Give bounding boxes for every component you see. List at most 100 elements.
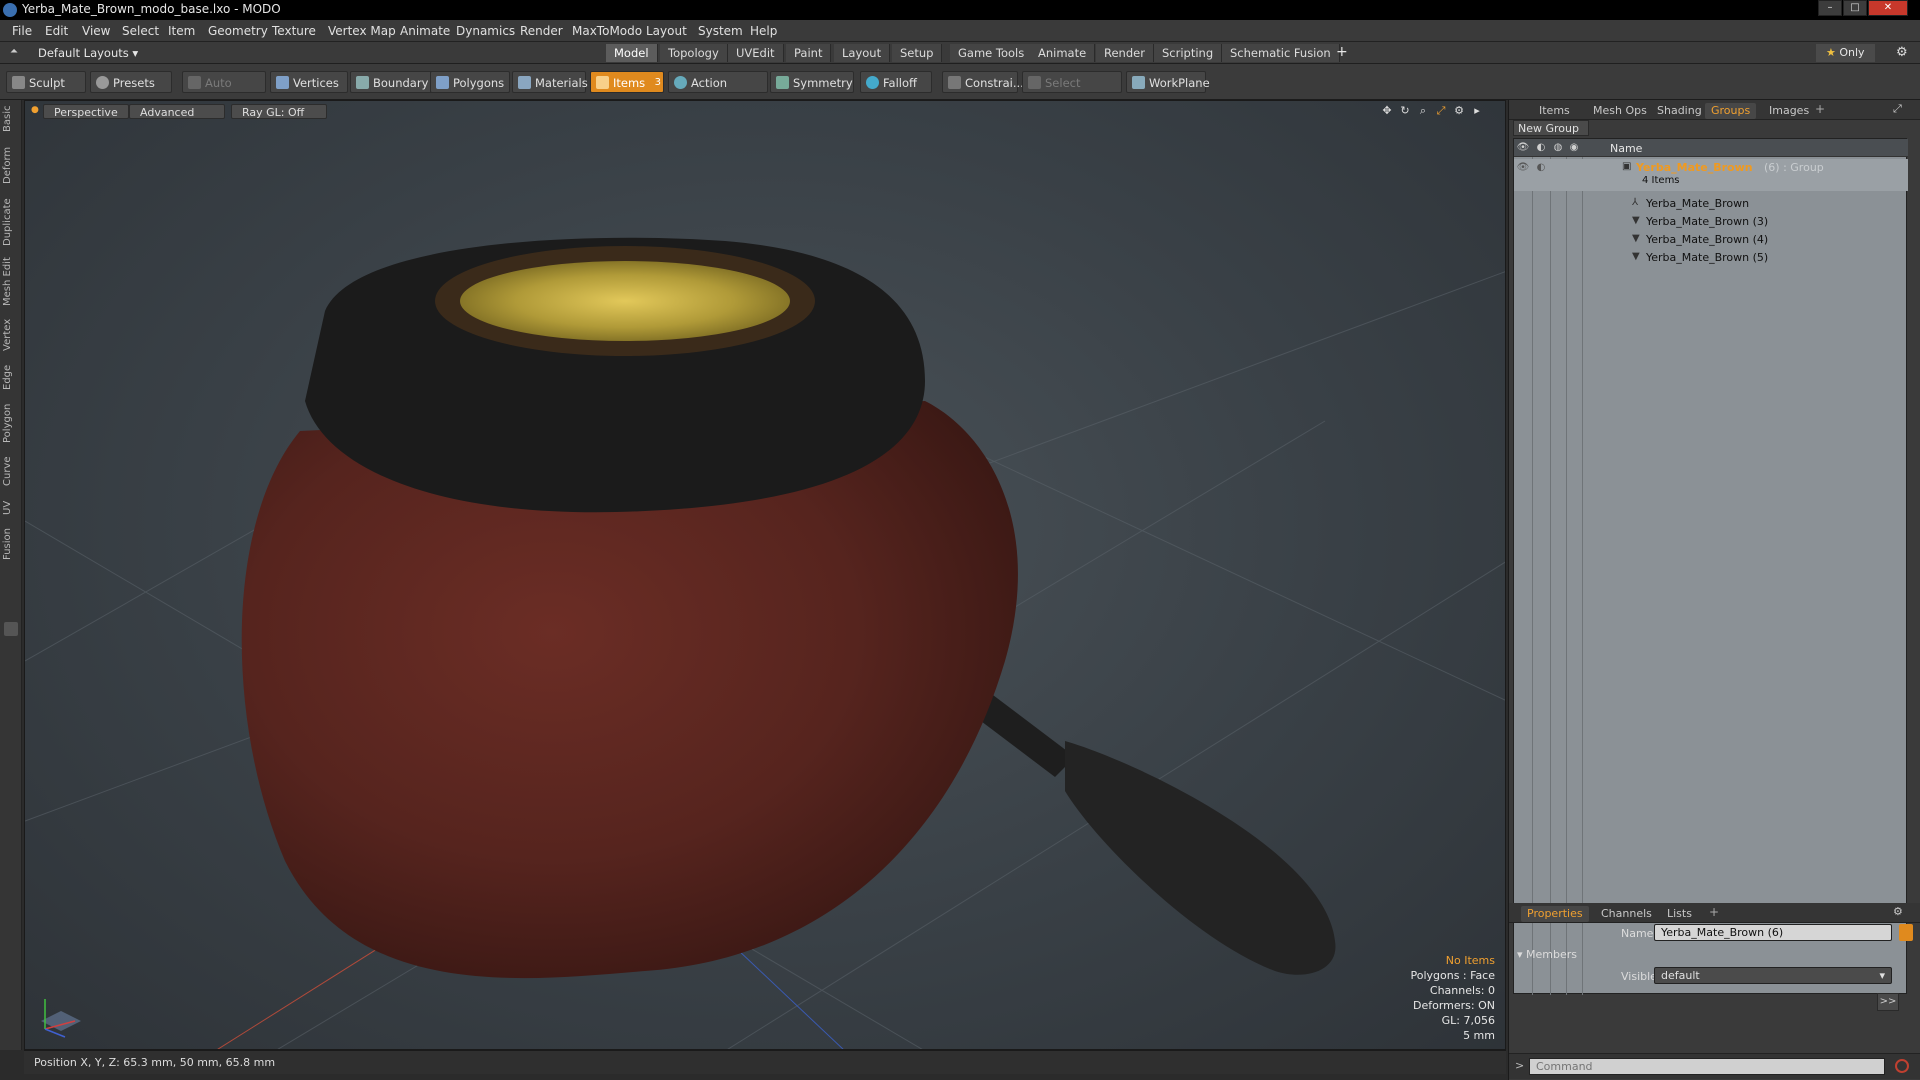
vtab-basic[interactable]: Basic bbox=[2, 104, 20, 134]
more-button[interactable]: >> bbox=[1877, 993, 1899, 1011]
pan-icon[interactable]: ✥ bbox=[1381, 105, 1393, 117]
vtab-polygon[interactable]: Polygon bbox=[2, 400, 20, 446]
vtab-curve[interactable]: Curve bbox=[2, 454, 20, 488]
tab-scripting[interactable]: Scripting bbox=[1154, 44, 1223, 62]
menu-view[interactable]: View bbox=[82, 24, 110, 38]
menu-geometry[interactable]: Geometry bbox=[208, 24, 268, 38]
menu-item[interactable]: Item bbox=[168, 24, 195, 38]
tab-setup[interactable]: Setup bbox=[892, 44, 943, 62]
properties-settings-icon[interactable]: ⚙ bbox=[1893, 905, 1903, 918]
maximize-button[interactable]: □ bbox=[1843, 0, 1867, 16]
menu-render[interactable]: Render bbox=[520, 24, 563, 38]
sculpt-button[interactable]: Sculpt bbox=[6, 71, 86, 93]
3d-viewport[interactable]: ● Perspective Advanced Ray GL: Off ✥ ↻ ⌕… bbox=[24, 100, 1506, 1050]
group-child-row[interactable]: ▼ Yerba_Mate_Brown (3) bbox=[1514, 213, 1908, 231]
tab-images[interactable]: Images bbox=[1763, 103, 1815, 119]
viewport-settings-icon[interactable]: ⚙ bbox=[1453, 105, 1465, 117]
vtab-uv[interactable]: UV bbox=[2, 498, 20, 518]
group-name-field[interactable]: Yerba_Mate_Brown (6) bbox=[1654, 924, 1892, 941]
workplane-button[interactable]: WorkPlane bbox=[1126, 71, 1210, 93]
menu-layout[interactable]: Layout bbox=[646, 24, 687, 38]
groups-list[interactable]: 👁 ◐ ◍ ◉ Name 👁 ◐ ▣ Yerba_Mate_Brown (6) … bbox=[1513, 138, 1908, 995]
close-button[interactable]: ✕ bbox=[1868, 0, 1908, 16]
boundary-button[interactable]: Boundary bbox=[350, 71, 432, 93]
viewport-menu-icon[interactable]: ● bbox=[31, 105, 39, 115]
group-child-row[interactable]: ▼ Yerba_Mate_Brown (5) bbox=[1514, 249, 1908, 267]
panel-expand-icon[interactable]: ⤢ bbox=[1893, 102, 1902, 116]
action-center-button[interactable]: Action Center bbox=[668, 71, 768, 112]
materials-button[interactable]: Materials bbox=[512, 71, 588, 93]
tab-shading[interactable]: Shading bbox=[1651, 103, 1708, 119]
polygons-button[interactable]: Polygons bbox=[430, 71, 510, 93]
minimize-button[interactable]: – bbox=[1818, 0, 1842, 16]
layout-switch-icon[interactable]: ⏶ bbox=[10, 46, 18, 57]
menu-maxtomodo[interactable]: MaxToModo bbox=[572, 24, 642, 38]
render-toggle-icon[interactable]: ◐ bbox=[1534, 162, 1548, 174]
tab-properties[interactable]: Properties bbox=[1521, 906, 1589, 922]
menu-help[interactable]: Help bbox=[750, 24, 777, 38]
name-options-icon[interactable] bbox=[1899, 924, 1913, 941]
menu-dynamics[interactable]: Dynamics bbox=[456, 24, 515, 38]
visible-dropdown[interactable]: default ▾ bbox=[1654, 967, 1892, 984]
tab-animate[interactable]: Animate bbox=[1030, 44, 1096, 62]
falloff-button[interactable]: Falloff bbox=[860, 71, 932, 93]
visibility-toggle-icon[interactable]: 👁 bbox=[1516, 162, 1530, 174]
symmetry-button[interactable]: Symmetry bbox=[770, 71, 854, 93]
rotate-icon[interactable]: ↻ bbox=[1399, 105, 1411, 117]
panel-toggle-icon[interactable] bbox=[4, 622, 18, 636]
menu-file[interactable]: File bbox=[12, 24, 32, 38]
viewport-expand-arrow-icon[interactable]: ▸ bbox=[1471, 105, 1483, 117]
only-toggle[interactable]: ★ Only bbox=[1816, 44, 1875, 62]
shading-mode-button[interactable]: Advanced bbox=[129, 104, 225, 119]
default-layouts-dropdown[interactable]: Default Layouts ▾ bbox=[38, 46, 138, 60]
zoom-icon[interactable]: ⌕ bbox=[1417, 105, 1429, 117]
command-input[interactable] bbox=[1529, 1058, 1885, 1075]
vtab-vertex[interactable]: Vertex bbox=[2, 316, 20, 354]
group-item-count: 4 Items bbox=[1642, 175, 1680, 186]
tab-schematic-fusion[interactable]: Schematic Fusion bbox=[1222, 44, 1340, 62]
auto-select-button[interactable]: Auto Select bbox=[182, 71, 266, 112]
menu-vertex-map[interactable]: Vertex Map bbox=[328, 24, 396, 38]
tab-mesh-ops[interactable]: Mesh Ops bbox=[1587, 103, 1653, 119]
view-mode-button[interactable]: Perspective bbox=[43, 104, 129, 119]
items-button[interactable]: Items 3 bbox=[590, 71, 664, 93]
add-tab-icon[interactable]: + bbox=[1815, 102, 1825, 116]
tab-groups[interactable]: Groups bbox=[1705, 103, 1757, 119]
menu-select[interactable]: Select bbox=[122, 24, 159, 38]
vtab-fusion[interactable]: Fusion bbox=[2, 526, 20, 562]
raygl-button[interactable]: Ray GL: Off bbox=[231, 104, 327, 119]
tab-layout[interactable]: Layout bbox=[834, 44, 891, 62]
group-child-row[interactable]: ▼ Yerba_Mate_Brown (4) bbox=[1514, 231, 1908, 249]
add-tab-icon[interactable]: + bbox=[1709, 905, 1719, 919]
tab-render[interactable]: Render bbox=[1096, 44, 1154, 62]
tab-uvedit[interactable]: UVEdit bbox=[728, 44, 784, 62]
tab-paint[interactable]: Paint bbox=[786, 44, 832, 62]
menu-texture[interactable]: Texture bbox=[272, 24, 316, 38]
tab-topology[interactable]: Topology bbox=[660, 44, 728, 62]
tab-game-tools[interactable]: Game Tools bbox=[950, 44, 1034, 62]
vtab-mesh-edit[interactable]: Mesh Edit bbox=[2, 256, 20, 308]
group-row[interactable]: 👁 ◐ ▣ Yerba_Mate_Brown (6) : Group 4 Ite… bbox=[1514, 159, 1908, 191]
vtab-edge[interactable]: Edge bbox=[2, 362, 20, 392]
record-icon[interactable] bbox=[1895, 1059, 1909, 1073]
settings-gear-icon[interactable]: ⚙ bbox=[1896, 45, 1908, 60]
menu-animate[interactable]: Animate bbox=[400, 24, 450, 38]
presets-button[interactable]: Presets bbox=[90, 71, 172, 93]
viewport-scene bbox=[25, 237, 1505, 1049]
new-group-button[interactable]: New Group bbox=[1513, 120, 1589, 136]
menu-edit[interactable]: Edit bbox=[45, 24, 68, 38]
select-through-button[interactable]: Select Through bbox=[1022, 71, 1122, 112]
vertices-button[interactable]: Vertices1 bbox=[270, 71, 357, 93]
group-child-row[interactable]: ⅄ Yerba_Mate_Brown bbox=[1514, 195, 1908, 213]
add-layout-tab-button[interactable]: + bbox=[1336, 44, 1348, 60]
constrain-button[interactable]: Constrai... bbox=[942, 71, 1024, 93]
vtab-duplicate[interactable]: Duplicate bbox=[2, 196, 20, 248]
tab-model[interactable]: Model bbox=[606, 44, 658, 62]
tab-lists[interactable]: Lists bbox=[1661, 906, 1698, 922]
tab-items[interactable]: Items bbox=[1533, 103, 1576, 119]
vtab-deform[interactable]: Deform bbox=[2, 144, 20, 186]
materials-icon bbox=[518, 76, 531, 89]
maximize-viewport-icon[interactable]: ⤢ bbox=[1435, 105, 1447, 117]
tab-channels[interactable]: Channels bbox=[1595, 906, 1658, 922]
menu-system[interactable]: System bbox=[698, 24, 743, 38]
